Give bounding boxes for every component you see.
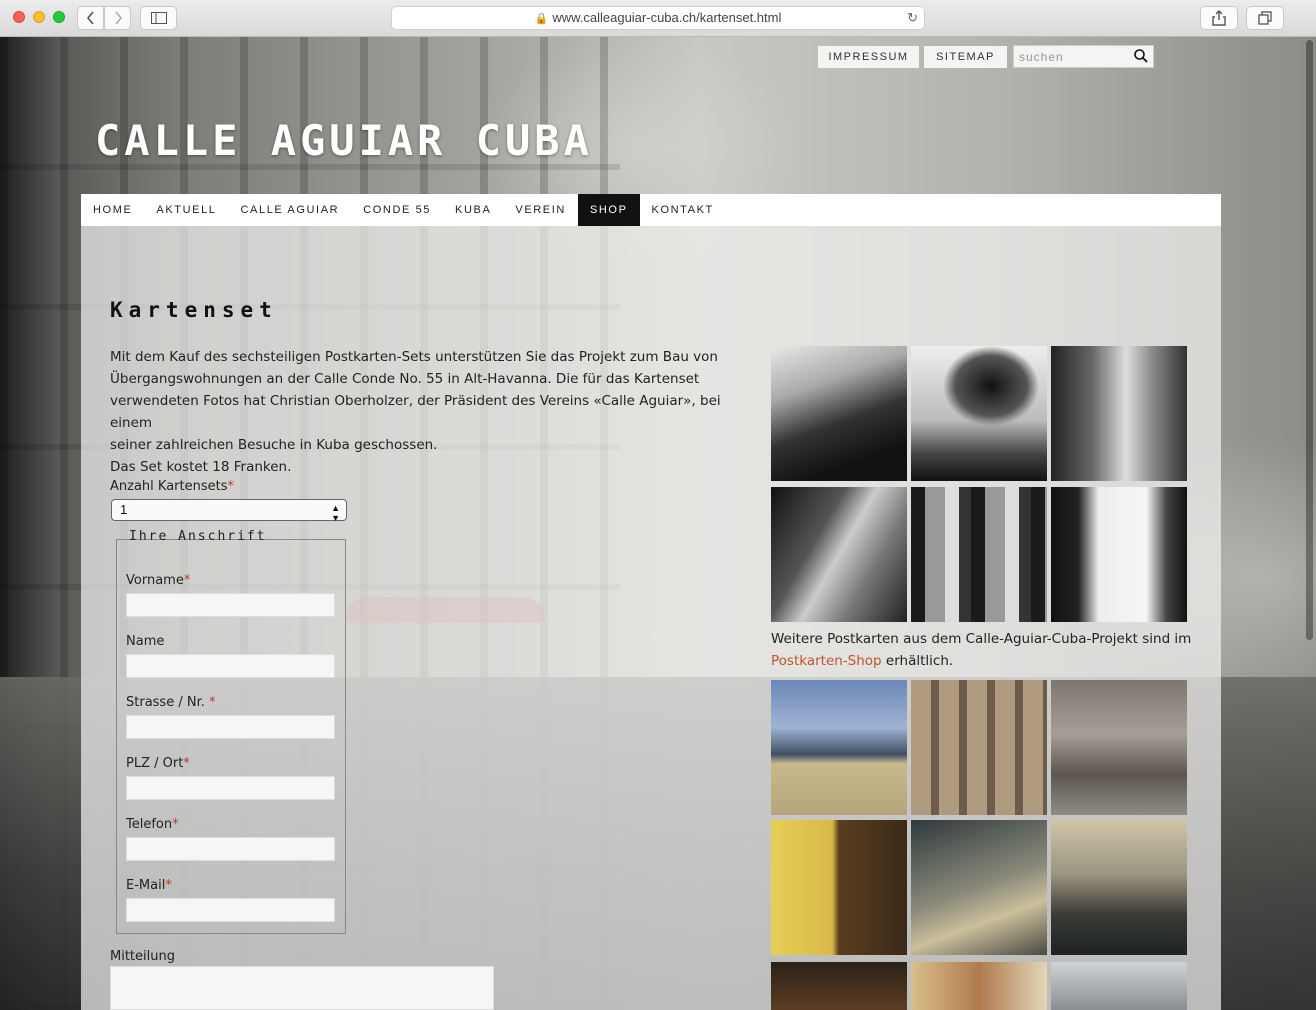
kartenset-photo-3[interactable] <box>1051 346 1187 481</box>
quantity-value: 1 <box>120 502 128 517</box>
site-title[interactable]: CALLE AGUIAR CUBA <box>95 116 593 165</box>
plz-field[interactable] <box>126 776 335 800</box>
minimize-window-button[interactable] <box>33 11 45 23</box>
share-button[interactable] <box>1200 6 1238 30</box>
intro-line: Übergangswohnungen an der Calle Conde No… <box>110 371 700 387</box>
close-window-button[interactable] <box>13 11 25 23</box>
name-label: Name <box>126 634 165 649</box>
kartenset-photo-1[interactable] <box>771 346 907 481</box>
strasse-label: Strasse / Nr. * <box>126 695 216 710</box>
postkarten-shop-link[interactable]: Postkarten-Shop <box>771 653 882 669</box>
nav-home[interactable]: HOME <box>81 194 144 226</box>
intro-text: Mit dem Kauf des sechsteiligen Postkarte… <box>110 346 750 478</box>
back-button[interactable] <box>77 6 104 30</box>
email-field[interactable] <box>126 898 335 922</box>
nav-aktuell[interactable]: AKTUELL <box>144 194 228 226</box>
postcard-photo-6[interactable] <box>1051 820 1187 955</box>
forward-button[interactable] <box>104 6 131 30</box>
impressum-link[interactable]: IMPRESSUM <box>818 46 919 68</box>
postcard-photo-4[interactable] <box>771 820 907 955</box>
nav-kuba[interactable]: KUBA <box>443 194 503 226</box>
select-arrows-icon: ▲ ▼ <box>331 503 340 523</box>
tabs-overview-button[interactable] <box>1246 6 1284 30</box>
search-box <box>1013 45 1154 68</box>
chevron-left-icon <box>86 11 94 25</box>
address-bar[interactable]: 🔒 www.calleaguiar-cuba.ch/kartenset.html … <box>391 6 925 30</box>
chevron-right-icon <box>114 11 122 25</box>
vorname-label: Vorname* <box>126 573 191 588</box>
intro-line: Das Set kostet 18 Franken. <box>110 459 292 475</box>
main-nav: HOME AKTUELL CALLE AGUIAR CONDE 55 KUBA … <box>81 194 1221 226</box>
postcard-photo-5[interactable] <box>911 820 1047 955</box>
nav-conde-55[interactable]: CONDE 55 <box>351 194 443 226</box>
more-postcards-text: Weitere Postkarten aus dem Calle-Aguiar-… <box>771 631 1192 669</box>
lock-icon: 🔒 <box>534 13 549 25</box>
maximize-window-button[interactable] <box>53 11 65 23</box>
name-field[interactable] <box>126 654 335 678</box>
message-label: Mitteilung <box>110 949 175 964</box>
url-text: www.calleaguiar-cuba.ch/kartenset.html <box>552 10 782 25</box>
quantity-select[interactable]: 1 ▲ ▼ <box>111 499 347 523</box>
nav-shop[interactable]: SHOP <box>577 194 640 226</box>
intro-line: verwendeten Fotos hat Christian Oberholz… <box>110 393 721 431</box>
postcard-photo-8[interactable] <box>911 962 1047 1010</box>
postcard-photo-2[interactable] <box>911 680 1047 815</box>
telefon-field[interactable] <box>126 837 335 861</box>
intro-line: seiner zahlreichen Besuche in Kuba gesch… <box>110 437 438 453</box>
email-label: E-Mail* <box>126 878 172 893</box>
kartenset-photo-5[interactable] <box>911 487 1047 622</box>
message-textarea[interactable] <box>110 966 494 1010</box>
postcard-photo-3[interactable] <box>1051 680 1187 815</box>
reload-icon[interactable]: ↻ <box>907 7 918 29</box>
plz-label: PLZ / Ort* <box>126 756 190 771</box>
tabs-icon <box>1258 11 1272 25</box>
kartenset-photo-4[interactable] <box>771 487 907 622</box>
nav-calle-aguiar[interactable]: CALLE AGUIAR <box>229 194 352 226</box>
intro-line: Mit dem Kauf des sechsteiligen Postkarte… <box>110 349 718 365</box>
nav-kontakt[interactable]: KONTAKT <box>640 194 726 226</box>
vorname-field[interactable] <box>126 593 335 617</box>
search-icon[interactable] <box>1133 48 1149 64</box>
postcard-photo-1[interactable] <box>771 680 907 815</box>
address-legend: Ihre Anschrift <box>129 529 267 544</box>
kartenset-photo-2[interactable] <box>911 346 1047 481</box>
sidebar-icon <box>150 12 167 24</box>
sidebar-toggle-button[interactable] <box>140 6 177 30</box>
page-title: Kartenset <box>110 298 278 322</box>
postcard-photo-9[interactable] <box>1051 962 1187 1010</box>
kartenset-photo-6[interactable] <box>1051 487 1187 622</box>
page-scrollbar[interactable] <box>1306 40 1313 640</box>
strasse-field[interactable] <box>126 715 335 739</box>
search-input[interactable] <box>1014 46 1132 68</box>
telefon-label: Telefon* <box>126 817 179 832</box>
browser-toolbar: 🔒 www.calleaguiar-cuba.ch/kartenset.html … <box>0 0 1316 37</box>
share-icon <box>1212 10 1226 26</box>
quantity-label: Anzahl Kartensets* <box>110 479 234 494</box>
nav-verein[interactable]: VEREIN <box>503 194 578 226</box>
sitemap-link[interactable]: SITEMAP <box>924 46 1007 68</box>
postcard-photo-7[interactable] <box>771 962 907 1010</box>
